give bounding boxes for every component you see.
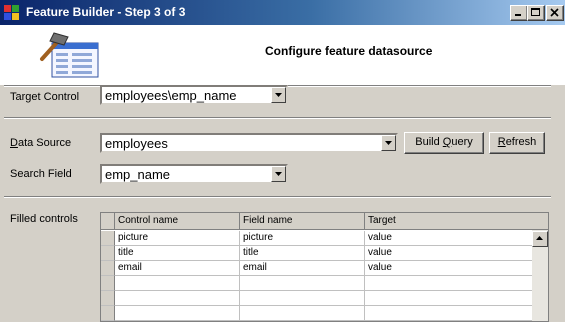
field-name-cell[interactable] [240,306,365,321]
control-name-cell[interactable] [115,306,240,321]
row-selector[interactable] [101,306,115,321]
table-row[interactable] [101,276,533,291]
table-row[interactable]: title title value [101,246,533,261]
section-divider [4,196,551,198]
title-bar[interactable]: Feature Builder - Step 3 of 3 [0,0,565,25]
search-field-select[interactable]: emp_name [100,164,288,184]
build-query-button[interactable]: Build Query [404,132,484,154]
filled-controls-label: Filled controls [10,213,78,225]
target-control-dropdown-button[interactable] [271,87,286,103]
close-button[interactable] [546,5,564,21]
target-cell[interactable]: value [365,246,533,261]
control-name-cell[interactable]: email [115,261,240,276]
maximize-button[interactable] [527,5,545,21]
row-selector[interactable] [101,231,115,246]
table-row[interactable]: picture picture value [101,231,533,246]
target-control-value: employees\emp_name [105,88,237,103]
search-field-dropdown-button[interactable] [271,166,286,182]
target-cell[interactable]: value [365,231,533,246]
wizard-header: Configure feature datasource [0,25,565,85]
control-name-cell[interactable]: picture [115,231,240,246]
column-header-field-name[interactable]: Field name [240,213,365,230]
column-header-target[interactable]: Target [365,213,533,230]
control-name-cell[interactable] [115,276,240,291]
grid-vertical-scrollbar[interactable] [532,213,548,321]
data-source-dropdown-button[interactable] [381,135,396,151]
chevron-down-icon [275,93,282,97]
row-selector[interactable] [101,246,115,261]
target-control-select[interactable]: employees\emp_name [100,85,288,105]
data-source-label: Data Source [10,137,72,149]
field-name-cell[interactable]: picture [240,231,365,246]
target-cell[interactable]: value [365,261,533,276]
scrollbar-corner [532,213,548,230]
target-control-label: Target Control [10,91,80,103]
minimize-icon [515,14,521,16]
target-cell[interactable] [365,291,533,306]
grid-corner [101,213,115,230]
grid-header-row: Control name Field name Target [101,213,533,230]
control-name-cell[interactable]: title [115,246,240,261]
scroll-up-button[interactable] [532,231,548,247]
data-source-select[interactable]: employees [100,133,398,153]
search-field-value: emp_name [105,167,171,182]
row-selector[interactable] [101,276,115,291]
maximize-icon [531,8,540,16]
column-header-control-name[interactable]: Control name [115,213,240,230]
chevron-up-icon [536,236,543,240]
window-title: Feature Builder - Step 3 of 3 [26,5,186,19]
field-name-cell[interactable]: title [240,246,365,261]
control-name-cell[interactable] [115,291,240,306]
table-row[interactable] [101,291,533,306]
field-name-cell[interactable] [240,276,365,291]
search-field-label: Search Field [10,168,72,180]
data-source-value: employees [105,136,168,151]
app-icon[interactable] [4,5,20,21]
table-row[interactable] [101,306,533,321]
section-divider [4,117,551,119]
row-selector[interactable] [101,261,115,276]
table-row[interactable]: email email value [101,261,533,276]
minimize-button[interactable] [510,5,528,21]
chevron-down-icon [275,172,282,176]
close-icon [550,8,559,17]
field-name-cell[interactable] [240,291,365,306]
page-title: Configure feature datasource [265,44,433,58]
field-name-cell[interactable]: email [240,261,365,276]
chevron-down-icon [385,141,392,145]
wizard-hammer-form-icon [40,32,99,78]
target-cell[interactable] [365,306,533,321]
target-cell[interactable] [365,276,533,291]
row-selector[interactable] [101,291,115,306]
filled-controls-grid[interactable]: Control name Field name Target picture pi… [100,212,549,322]
refresh-button[interactable]: Refresh [489,132,545,154]
